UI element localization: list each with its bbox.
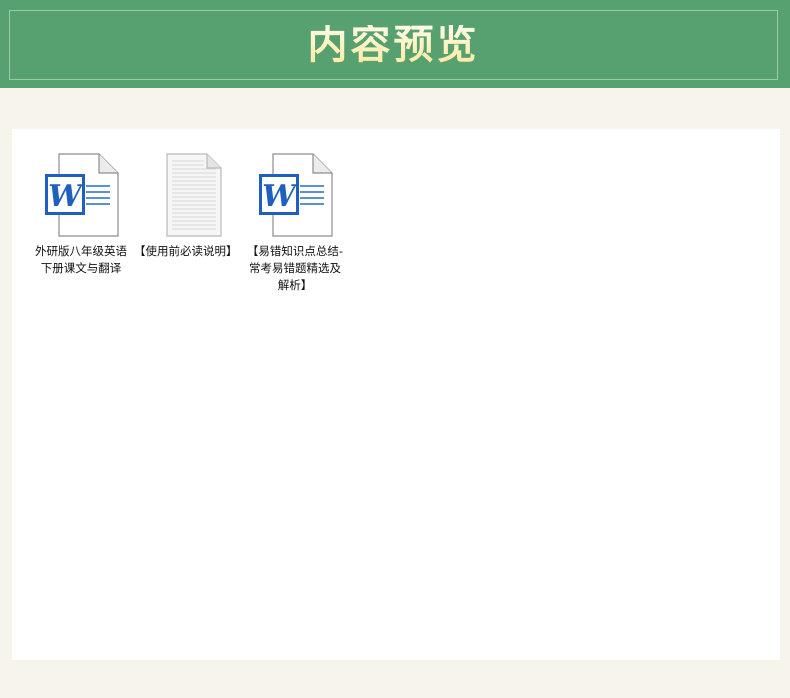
- file-item-word-textbook[interactable]: W 外研版八年级英语下册课文与翻译: [31, 153, 131, 277]
- header-frame: 内容预览: [9, 10, 778, 80]
- file-name: 【使用前必读说明】: [134, 244, 238, 258]
- file-name: 外研版八年级英语下册课文与翻译: [35, 244, 127, 275]
- file-item-word-mistakes[interactable]: W 【易错知识点总结-常考易错题精选及解析】: [245, 153, 345, 294]
- file-preview-panel: W 外研版八年级英语下册课文与翻译 【使用前必读说明】 W 【易错知识点总结-常…: [12, 129, 780, 660]
- svg-text:W: W: [262, 179, 299, 214]
- word-doc-icon: W: [45, 153, 119, 237]
- word-doc-icon: W: [259, 153, 333, 237]
- page-title: 内容预览: [307, 21, 480, 68]
- file-name: 【易错知识点总结-常考易错题精选及解析】: [246, 244, 344, 292]
- page-header: 内容预览: [0, 0, 790, 88]
- svg-text:W: W: [48, 179, 85, 214]
- file-item-readme[interactable]: 【使用前必读说明】: [134, 153, 238, 260]
- text-doc-icon: [166, 153, 222, 237]
